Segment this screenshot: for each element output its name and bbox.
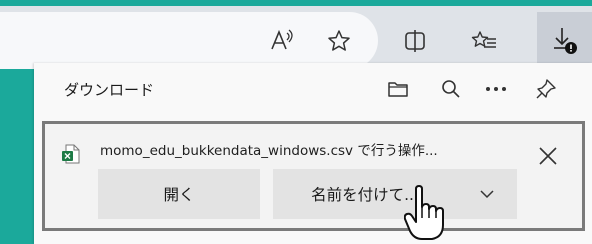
- download-icon: [554, 28, 577, 54]
- close-icon[interactable]: [537, 145, 559, 167]
- star-icon[interactable]: [324, 24, 354, 58]
- panel-title: ダウンロード: [64, 81, 155, 99]
- pin-icon[interactable]: [534, 77, 558, 101]
- read-aloud-icon[interactable]: [268, 24, 298, 58]
- download-button[interactable]: [537, 12, 592, 69]
- hand-cursor-icon: [404, 185, 444, 240]
- address-bar[interactable]: [0, 12, 378, 69]
- download-item[interactable]: momo_edu_bukkendata_windows.csv で行う操作...…: [42, 121, 585, 231]
- csv-file-icon: [62, 144, 80, 164]
- browser-toolbar: [0, 6, 592, 69]
- downloads-panel: ダウンロード momo_edu_bukkendata_windows.csv で: [34, 63, 592, 244]
- download-filename: momo_edu_bukkendata_windows.csv で行う操作...: [100, 143, 438, 159]
- search-icon[interactable]: [439, 77, 463, 101]
- chevron-down-icon: [480, 190, 494, 199]
- split-screen-icon[interactable]: [400, 24, 430, 58]
- save-options-dropdown[interactable]: [457, 169, 517, 219]
- favorites-list-icon[interactable]: [468, 24, 500, 58]
- more-icon[interactable]: [484, 77, 508, 101]
- open-button[interactable]: 開く: [98, 169, 260, 219]
- folder-icon[interactable]: [386, 77, 410, 101]
